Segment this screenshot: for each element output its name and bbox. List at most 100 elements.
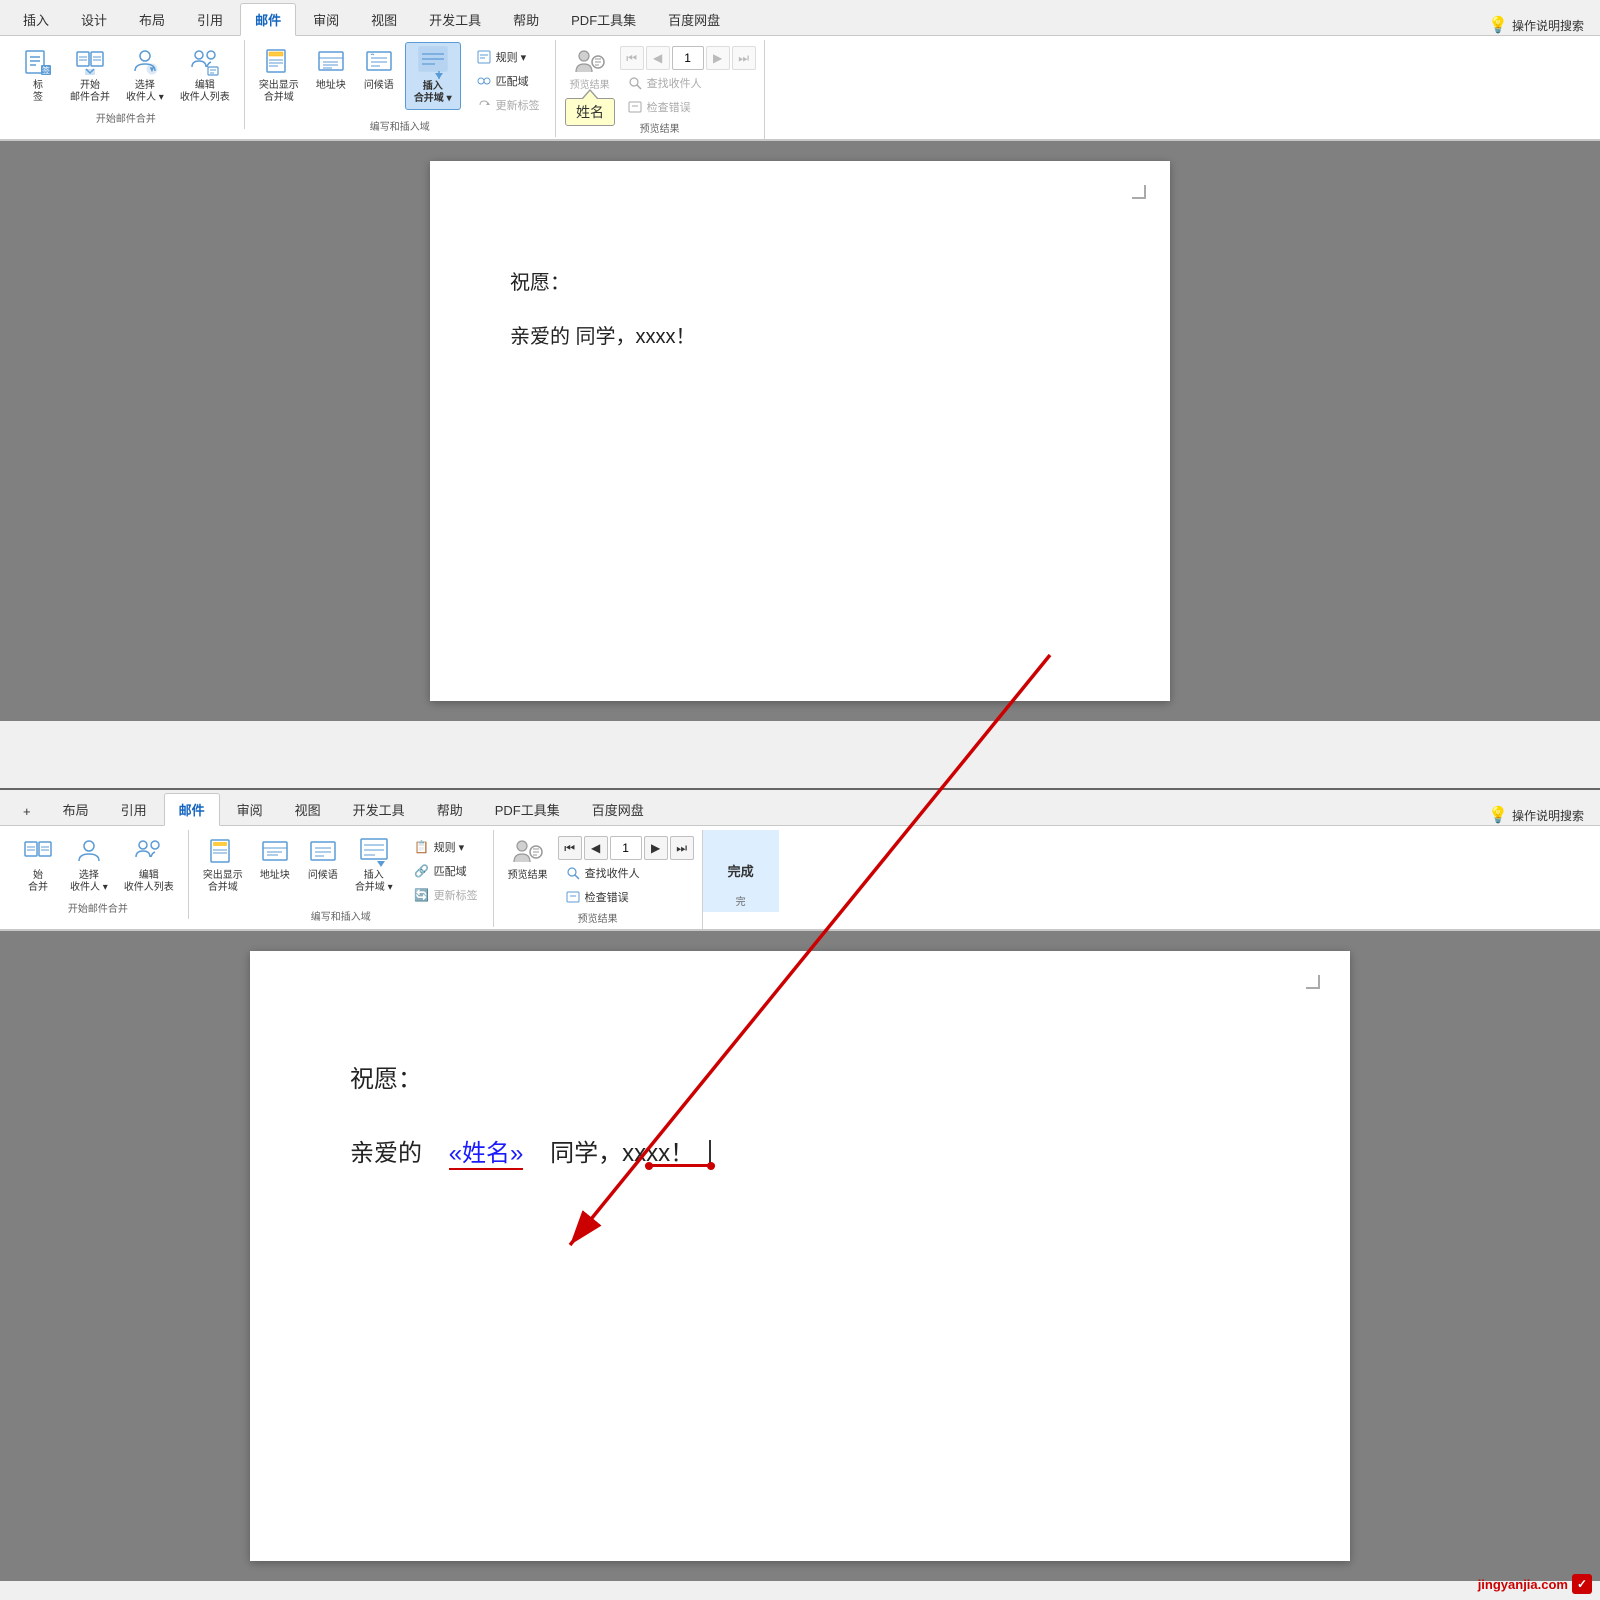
tab-baidu-bottom[interactable]: 百度网盘 [577,793,659,825]
tab-design-top[interactable]: 设计 [66,3,122,35]
nav-last-bottom[interactable]: ⏭ [670,836,694,860]
start-merge-icon [74,46,106,78]
btn-label-top[interactable]: 签 标签 [16,42,60,108]
doc-body-bottom: 亲爱的 «姓名» 同学，xxxx！ [350,1125,1250,1183]
edit-list-label-top: 编辑收件人列表 [180,80,230,104]
btn-start-bottom[interactable]: 始合并 [16,832,60,898]
tab-mail-top[interactable]: 邮件 [240,3,296,36]
nav-next-bottom[interactable]: ▶ [644,836,668,860]
tab-help-top[interactable]: 帮助 [498,3,554,35]
btn-update-top: 更新标签 [469,94,547,116]
btn-greeting-bottom[interactable]: 问候语 [301,832,345,886]
group-write-insert-bottom: 突出显示合并域 地址块 [189,830,494,927]
rules-icon-bottom: 📋 [414,839,430,855]
group-preview-label-bottom: 预览结果 [502,908,694,929]
edit-list-icon [189,46,221,78]
nav-prev-bottom[interactable]: ◀ [584,836,608,860]
select-icon-bottom [73,836,105,868]
btn-rules-bottom[interactable]: 📋 规则 ▾ [407,836,485,858]
btn-address-bottom[interactable]: 地址块 [253,832,297,886]
help-search-top[interactable]: 操作说明搜索 [1512,17,1584,34]
tab-view-bottom[interactable]: 视图 [280,793,336,825]
greeting-icon-top [363,46,395,78]
tab-pdf-bottom[interactable]: PDF工具集 [480,793,575,825]
btn-check-errors-top[interactable]: 检查错误 [620,96,756,118]
btn-label-text-top: 标签 [33,80,43,104]
btn-preview-bottom[interactable]: 预览结果 [502,832,554,886]
btn-check-errors-bottom[interactable]: 检查错误 [558,886,694,908]
greeting-label-top: 问候语 [364,80,394,92]
insert-field-icon-top [417,47,449,79]
group-preview-bottom: 预览结果 ⏮ ◀ ▶ ⏭ [494,830,703,929]
tab-dev-top[interactable]: 开发工具 [414,3,496,35]
start-icon-bottom [22,836,54,868]
insert-field-label-top: 插入合并域 ▾ [414,81,452,105]
nav-input-top[interactable] [672,46,704,70]
nav-row-bottom: ⏮ ◀ ▶ ⏭ [558,836,694,860]
tab-review-bottom[interactable]: 审阅 [222,793,278,825]
tab-dev-bottom[interactable]: 开发工具 [338,793,420,825]
select-recipients-label-top: 选择收件人 ▾ [126,80,164,104]
address-icon-bottom [259,836,291,868]
btn-greeting-top[interactable]: 问候语 [357,42,401,96]
nav-first-bottom[interactable]: ⏮ [558,836,582,860]
highlight-label-top: 突出显示合并域 [259,80,299,104]
btn-finish-bottom[interactable]: 完成 [711,840,771,884]
group-start-merge-top: 签 标签 [8,40,245,129]
doc-content-bottom: 祝愿： 亲爱的 «姓名» 同学，xxxx！ [350,1051,1250,1167]
btn-match-top[interactable]: 匹配域 [469,70,547,92]
start-bottom-label: 始合并 [28,870,48,894]
tab-view-top[interactable]: 视图 [356,3,412,35]
btn-highlight-top[interactable]: 突出显示合并域 [253,42,305,108]
doc-body-top: 亲爱的 同学，xxxx！ [510,315,1090,359]
nav-first-top[interactable]: ⏮ [620,46,644,70]
small-btns-bottom: 📋 规则 ▾ 🔗 匹配域 🔄 更新标签 [407,836,485,906]
btn-insert-field-bottom[interactable]: 插入合并域 ▾ [349,832,399,898]
group-write-insert-label-top: 编写和插入域 [253,116,547,137]
bottom-ribbon-tabs: + 布局 引用 邮件 审阅 视图 开发工具 帮助 PDF工具集 百度网盘 💡 操… [0,790,1600,826]
nav-next-top[interactable]: ▶ [706,46,730,70]
nav-last-top[interactable]: ⏭ [732,46,756,70]
tab-help-bottom[interactable]: 帮助 [422,793,478,825]
select-bottom-label: 选择收件人 ▾ [70,870,108,894]
greeting-label-bottom: 问候语 [308,870,338,882]
btn-select-recipients-top[interactable]: ▼ 选择收件人 ▾ [120,42,170,108]
nav-prev-top[interactable]: ◀ [646,46,670,70]
tab-layout-bottom[interactable]: 布局 [48,793,104,825]
nav-input-bottom[interactable] [610,836,642,860]
tab-insert-top[interactable]: 插入 [8,3,64,35]
tab-layout-top[interactable]: 布局 [124,3,180,35]
tooltip-text: 姓名 [565,98,615,126]
btn-rules-top[interactable]: 规则 ▾ [469,46,547,68]
doc-area-top: 祝愿： 亲爱的 同学，xxxx！ [0,141,1600,721]
btn-find-recipient-bottom[interactable]: 查找收件人 [558,862,694,884]
btn-address-top[interactable]: 地址块 [309,42,353,96]
btn-preview-top[interactable]: 预览结果 [564,42,616,96]
tab-ref-top[interactable]: 引用 [182,3,238,35]
watermark: jingyanjia.com ✓ [1478,1574,1592,1594]
tab-review-top[interactable]: 审阅 [298,3,354,35]
btn-start-merge-top[interactable]: 开始邮件合并 [64,42,116,108]
group-start-merge-label-bottom: 开始邮件合并 [16,898,180,919]
preview-icon-bottom [512,836,544,868]
btn-highlight-bottom[interactable]: 突出显示合并域 [197,832,249,898]
tab-ref-bottom[interactable]: 引用 [106,793,162,825]
btn-insert-field-top[interactable]: 插入合并域 ▾ [405,42,461,110]
tab-plus-bottom[interactable]: + [8,797,46,825]
tab-mail-bottom[interactable]: 邮件 [164,793,220,826]
doc-page-bottom: 祝愿： 亲爱的 «姓名» 同学，xxxx！ [250,951,1350,1561]
btn-find-recipient-top[interactable]: 查找收件人 [620,72,756,94]
doc-page-top: 祝愿： 亲爱的 同学，xxxx！ [430,161,1170,701]
start-merge-label-top: 开始邮件合并 [70,80,110,104]
btn-match-bottom[interactable]: 🔗 匹配域 [407,860,485,882]
group-finish-bottom: 完成 完 [703,830,779,912]
check-errors-label-bottom: 检查错误 [585,889,629,905]
btn-select-bottom[interactable]: 选择收件人 ▾ [64,832,114,898]
finish-label-bottom: 完成 [728,864,754,880]
doc-content-top: 祝愿： 亲爱的 同学，xxxx！ [510,261,1090,359]
help-search-bottom[interactable]: 操作说明搜索 [1512,807,1584,824]
tab-baidu-top[interactable]: 百度网盘 [653,3,735,35]
btn-edit-bottom[interactable]: 编辑收件人列表 [118,832,180,898]
btn-edit-list-top[interactable]: 编辑收件人列表 [174,42,236,108]
tab-pdf-top[interactable]: PDF工具集 [556,3,651,35]
